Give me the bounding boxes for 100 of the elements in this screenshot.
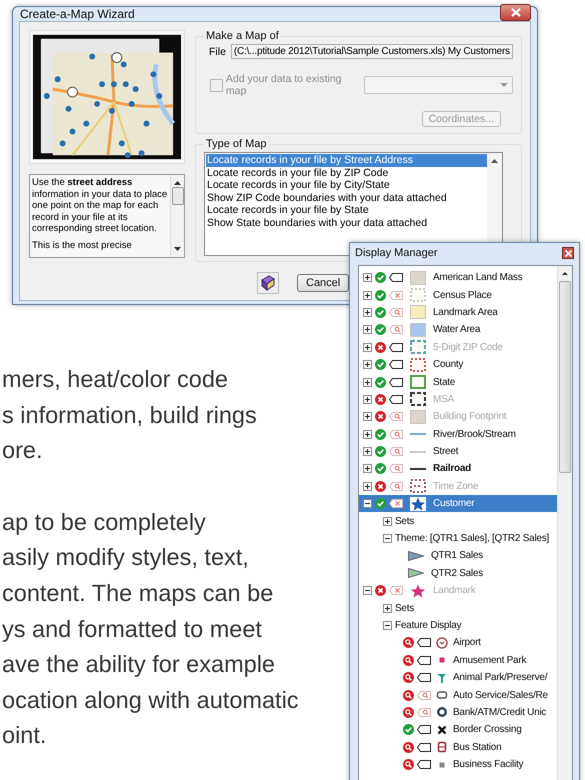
map-type-option[interactable]: Locate records in your file by City/State bbox=[206, 179, 487, 192]
expand-toggle[interactable] bbox=[363, 342, 372, 352]
cross-icon[interactable] bbox=[375, 342, 386, 353]
cross-icon[interactable] bbox=[375, 480, 386, 492]
tree-row[interactable]: Feature Display bbox=[359, 616, 557, 634]
tag-magnifier-icon[interactable] bbox=[389, 464, 403, 474]
tag-icon[interactable] bbox=[389, 342, 403, 352]
check-icon[interactable] bbox=[375, 290, 386, 301]
layer-row[interactable]: Customer bbox=[359, 495, 557, 512]
collapse-toggle[interactable] bbox=[363, 586, 372, 596]
check-icon[interactable] bbox=[375, 306, 386, 318]
tag-magnifier-icon[interactable] bbox=[417, 708, 431, 717]
collapse-toggle[interactable] bbox=[363, 499, 372, 508]
tag-magnifier-icon[interactable] bbox=[389, 482, 403, 491]
collapse-toggle[interactable] bbox=[383, 621, 392, 630]
layer-row[interactable]: Landmark Area bbox=[359, 304, 557, 322]
tree-row[interactable]: Bus Station bbox=[359, 738, 557, 756]
expand-toggle[interactable] bbox=[363, 447, 372, 456]
expand-toggle[interactable] bbox=[363, 273, 372, 282]
tag-magnifier-icon[interactable] bbox=[389, 308, 403, 317]
layer-row[interactable]: Railroad bbox=[359, 460, 557, 478]
help-button[interactable] bbox=[257, 272, 279, 294]
magnifier-icon[interactable] bbox=[403, 654, 414, 666]
tree-row[interactable]: Business Facility bbox=[359, 756, 557, 774]
expand-toggle[interactable] bbox=[363, 360, 372, 370]
collapse-toggle[interactable] bbox=[383, 534, 392, 544]
file-field[interactable]: (C:\...ptitude 2012\Tutorial\Sample Customers.xls) My Customers bbox=[230, 44, 513, 59]
tag-icon[interactable] bbox=[389, 360, 403, 370]
expand-toggle[interactable] bbox=[363, 290, 372, 300]
expand-toggle[interactable] bbox=[363, 325, 372, 334]
expand-toggle[interactable] bbox=[363, 308, 372, 317]
magnifier-icon[interactable] bbox=[403, 637, 414, 648]
layer-row[interactable]: Water Area bbox=[359, 321, 557, 339]
tree-row[interactable]: QTR2 Sales bbox=[359, 564, 557, 582]
tag-magnifier-icon[interactable] bbox=[389, 430, 403, 439]
tag-cross-icon[interactable] bbox=[389, 290, 403, 300]
magnifier-icon[interactable] bbox=[403, 759, 414, 770]
cancel-button[interactable]: Cancel bbox=[297, 274, 350, 292]
tree-row[interactable]: Auto Service/Sales/Re bbox=[359, 686, 557, 704]
tag-icon[interactable] bbox=[417, 742, 431, 752]
close-button[interactable] bbox=[562, 247, 574, 259]
scrollbar[interactable] bbox=[170, 175, 184, 257]
tree-row[interactable]: Animal Park/Preserve/ bbox=[359, 668, 557, 686]
tag-magnifier-icon[interactable] bbox=[389, 325, 403, 334]
tag-icon[interactable] bbox=[417, 656, 431, 665]
check-icon[interactable] bbox=[375, 376, 386, 388]
layer-row[interactable]: Census Place bbox=[359, 286, 557, 304]
check-icon[interactable] bbox=[375, 272, 386, 284]
tag-magnifier-icon[interactable] bbox=[389, 447, 403, 456]
layer-row[interactable]: American Land Mass bbox=[359, 269, 557, 286]
tree-row[interactable]: QTR1 Sales bbox=[359, 547, 557, 565]
tag-icon[interactable] bbox=[417, 673, 431, 682]
layer-row[interactable]: County bbox=[359, 356, 557, 374]
tag-cross-icon[interactable] bbox=[389, 586, 403, 596]
tree-row[interactable]: Amusement Park bbox=[359, 652, 557, 669]
tag-icon[interactable] bbox=[417, 760, 431, 770]
tag-magnifier-icon[interactable] bbox=[389, 412, 403, 422]
expand-toggle[interactable] bbox=[383, 516, 392, 526]
cross-icon[interactable] bbox=[375, 394, 386, 405]
check-icon[interactable] bbox=[375, 428, 386, 440]
tree-row[interactable]: Bank/ATM/Credit Unic bbox=[359, 704, 557, 722]
map-type-option[interactable]: Show State boundaries with your data attached bbox=[206, 216, 487, 230]
tree-row[interactable]: Border Crossing bbox=[359, 721, 557, 739]
magnifier-icon[interactable] bbox=[403, 706, 414, 718]
expand-toggle[interactable] bbox=[363, 412, 372, 422]
check-icon[interactable] bbox=[375, 446, 386, 458]
layer-row[interactable]: River/Brook/Stream bbox=[359, 426, 557, 443]
tag-icon[interactable] bbox=[389, 378, 403, 387]
tree-row[interactable]: Theme: [QTR1 Sales], [QTR2 Sales] bbox=[359, 530, 557, 548]
tag-icon[interactable] bbox=[417, 638, 431, 648]
expand-toggle[interactable] bbox=[363, 430, 372, 439]
tree-row[interactable]: Sets bbox=[359, 512, 557, 530]
map-type-option[interactable]: Locate records in your file by Street Address bbox=[206, 154, 487, 167]
layer-row[interactable]: State bbox=[359, 373, 557, 391]
tree-row[interactable]: Airport bbox=[359, 634, 557, 652]
scroll-thumb[interactable] bbox=[559, 281, 571, 473]
layer-row[interactable]: Street bbox=[359, 442, 557, 460]
expand-toggle[interactable] bbox=[363, 482, 372, 491]
map-type-option[interactable]: Show ZIP Code boundaries with your data attached bbox=[206, 192, 487, 204]
close-button[interactable] bbox=[500, 4, 531, 20]
cross-icon[interactable] bbox=[375, 585, 386, 596]
magnifier-icon[interactable] bbox=[403, 672, 414, 684]
tag-icon[interactable] bbox=[389, 273, 403, 282]
check-icon[interactable] bbox=[375, 324, 386, 336]
tag-icon[interactable] bbox=[417, 725, 431, 734]
scrollbar[interactable] bbox=[557, 266, 572, 780]
expand-toggle[interactable] bbox=[363, 394, 372, 404]
expand-toggle[interactable] bbox=[383, 604, 392, 613]
tag-magnifier-icon[interactable] bbox=[417, 690, 431, 700]
magnifier-icon[interactable] bbox=[403, 742, 414, 753]
expand-toggle[interactable] bbox=[363, 464, 372, 474]
map-type-option[interactable]: Locate records in your file by State bbox=[206, 204, 487, 217]
check-icon[interactable] bbox=[375, 498, 386, 510]
expand-toggle[interactable] bbox=[363, 378, 372, 387]
check-icon[interactable] bbox=[375, 463, 386, 474]
tree-row[interactable]: Sets bbox=[359, 599, 557, 617]
magnifier-icon[interactable] bbox=[403, 690, 414, 701]
cross-icon[interactable] bbox=[375, 411, 386, 422]
scroll-thumb[interactable] bbox=[172, 187, 184, 205]
map-type-option[interactable]: Locate records in your file by ZIP Code bbox=[206, 166, 487, 180]
